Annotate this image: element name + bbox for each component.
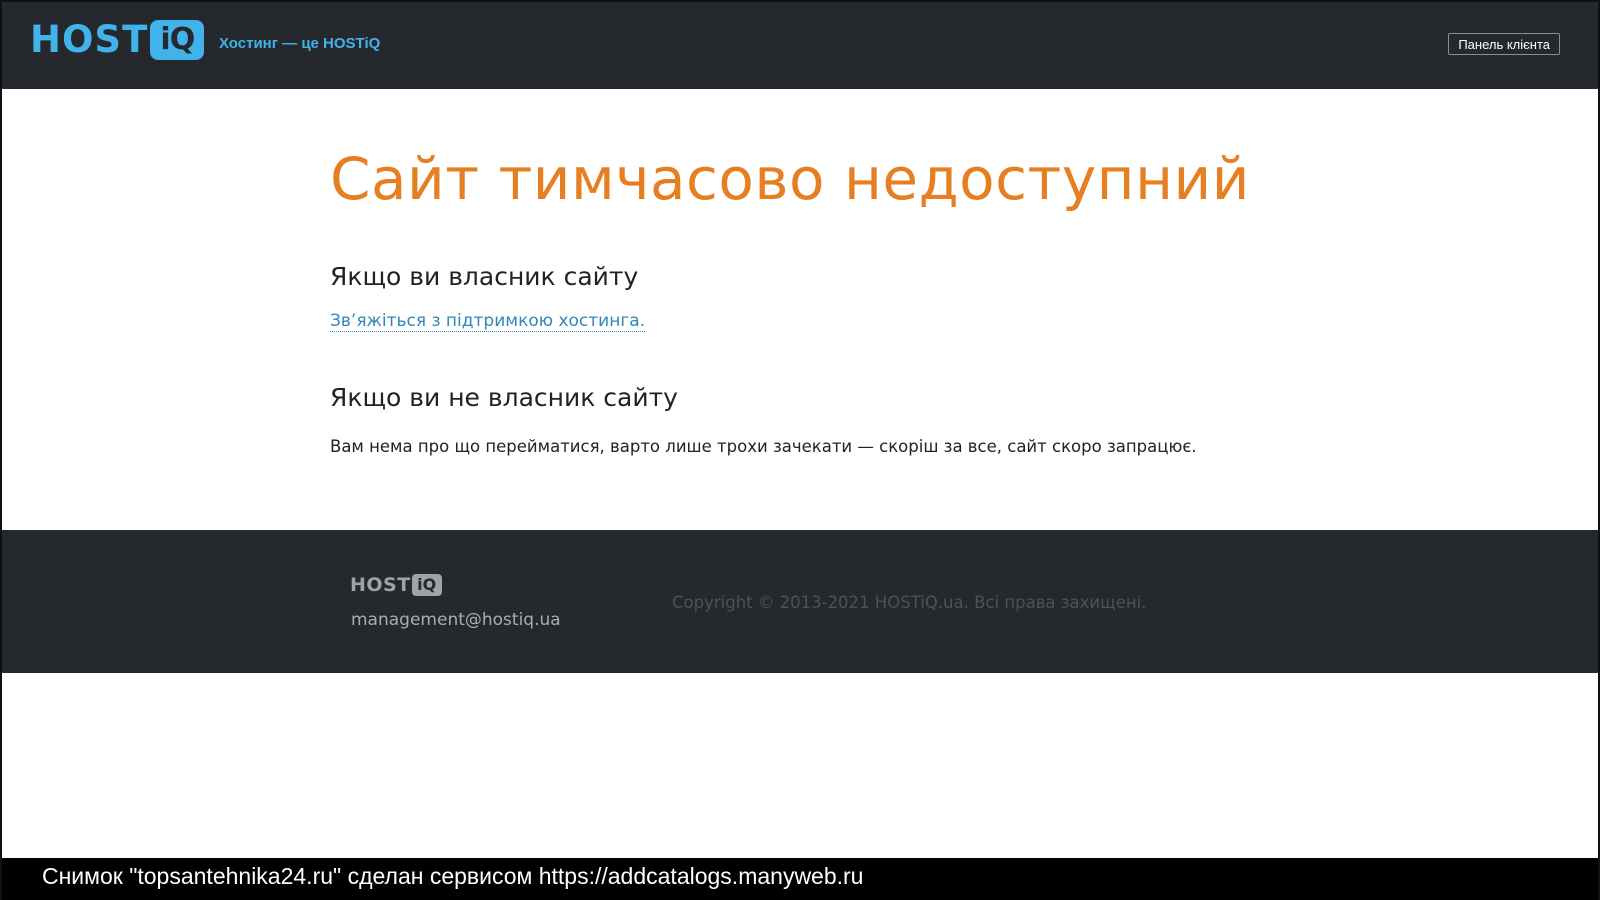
visitor-message: Вам нема про що перейматися, варто лише … [330, 437, 1197, 456]
footer-email-link[interactable]: management@hostiq.ua [351, 610, 561, 630]
footer-logo: HOST iQ [350, 574, 442, 596]
page: HOST iQ Хостинг — це HOSTiQ Панель клієн… [0, 0, 1600, 900]
visitor-heading: Якщо ви не власник сайту [330, 383, 678, 412]
footer-logo-iq-badge: iQ [411, 574, 442, 596]
footer-logo-host-text: HOST [350, 574, 411, 596]
contact-support-link[interactable]: Зв’яжіться з підтримкою хостинга. [330, 311, 646, 332]
logo-iq-badge: iQ [150, 20, 205, 60]
screenshot-caption-bar: Снимок "topsantehnika24.ru" сделан серви… [2, 858, 1598, 900]
copyright-text: Copyright © 2013-2021 HOSTiQ.ua. Всі пра… [672, 593, 1147, 612]
logo-host-text: HOST [30, 18, 149, 61]
site-footer: HOST iQ management@hostiq.ua Copyright ©… [2, 530, 1598, 673]
page-title: Сайт тимчасово недоступний [330, 145, 1250, 213]
screenshot-caption-text: Снимок "topsantehnika24.ru" сделан серви… [42, 863, 864, 889]
main-content: Сайт тимчасово недоступний Якщо ви власн… [2, 89, 1598, 530]
site-header: HOST iQ Хостинг — це HOSTiQ Панель клієн… [2, 2, 1598, 89]
hostiq-logo[interactable]: HOST iQ [30, 18, 205, 62]
owner-heading: Якщо ви власник сайту [330, 262, 639, 291]
client-panel-button[interactable]: Панель клієнта [1448, 33, 1560, 55]
header-tagline: Хостинг — це HOSTiQ [219, 35, 381, 52]
